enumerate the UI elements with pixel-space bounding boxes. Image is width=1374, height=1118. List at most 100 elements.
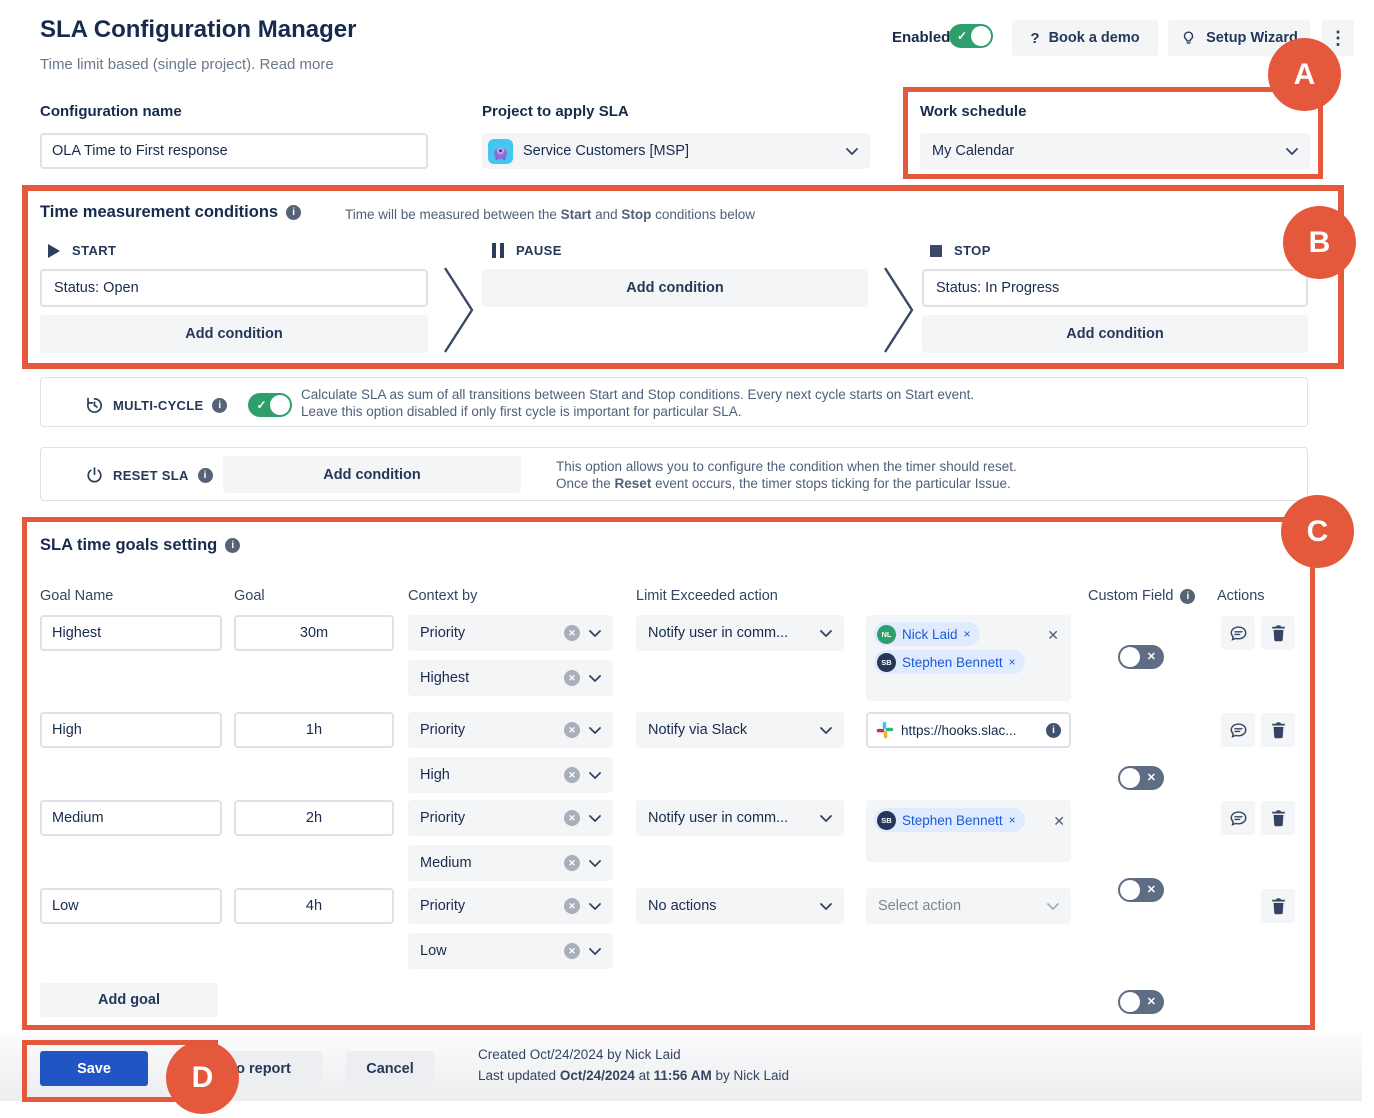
reset-sla-label: RESET SLA xyxy=(113,468,189,483)
remove-user-icon[interactable]: × xyxy=(1009,813,1016,827)
desc-bold-reset: Reset xyxy=(615,476,652,491)
chevron-down-icon xyxy=(820,903,832,910)
limit-action-select[interactable]: Notify user in comm... xyxy=(636,615,844,651)
select-action-select[interactable]: Select action xyxy=(866,888,1071,924)
context-field-select[interactable]: Priority ✕ xyxy=(408,800,613,836)
configuration-name-input[interactable] xyxy=(40,133,428,169)
limit-action-select[interactable]: Notify user in comm... xyxy=(636,800,844,836)
save-button[interactable]: Save xyxy=(40,1051,148,1086)
desc-line: Once the Reset event occurs, the timer s… xyxy=(556,475,1017,492)
pause-add-condition-button[interactable]: Add condition xyxy=(482,269,868,307)
work-schedule-label: Work schedule xyxy=(920,103,1026,120)
goal-value-input[interactable] xyxy=(234,615,394,651)
start-label: START xyxy=(72,243,116,258)
custom-field-toggle[interactable]: ✕ xyxy=(1118,990,1164,1014)
context-value-select[interactable]: Highest ✕ xyxy=(408,660,613,696)
goal-value-input[interactable] xyxy=(234,800,394,836)
limit-action-select[interactable]: No actions xyxy=(636,888,844,924)
remove-user-icon[interactable]: × xyxy=(964,627,971,641)
info-icon[interactable]: i xyxy=(1180,589,1195,604)
stop-add-condition-button[interactable]: Add condition xyxy=(922,315,1308,353)
slack-webhook-input[interactable]: https://hooks.slac... i xyxy=(866,712,1071,748)
goals-section-title: SLA time goals setting i xyxy=(40,536,240,555)
user-pill[interactable]: NL Nick Laid × xyxy=(874,622,980,646)
read-more-link[interactable]: Read more xyxy=(260,56,334,73)
info-icon[interactable]: i xyxy=(212,398,227,413)
context-value-select[interactable]: High ✕ xyxy=(408,757,613,793)
header-goal-name: Goal Name xyxy=(40,588,113,604)
trash-icon xyxy=(1270,809,1287,827)
work-schedule-select[interactable]: My Calendar xyxy=(920,133,1310,169)
flow-chevron-icon xyxy=(442,264,476,356)
clear-icon[interactable]: ✕ xyxy=(564,810,580,826)
custom-field-toggle[interactable]: ✕ xyxy=(1118,645,1164,669)
comment-button[interactable] xyxy=(1221,616,1255,650)
user-pill[interactable]: SB Stephen Bennett × xyxy=(874,650,1025,674)
enabled-toggle[interactable]: ✓ xyxy=(949,24,993,48)
clear-icon[interactable]: ✕ xyxy=(564,722,580,738)
clear-all-icon[interactable]: ✕ xyxy=(1053,813,1065,830)
chevron-down-icon xyxy=(1047,903,1059,910)
clear-icon[interactable]: ✕ xyxy=(564,855,580,871)
info-icon[interactable]: i xyxy=(225,538,240,553)
page-subtitle: Time limit based (single project). Read … xyxy=(40,56,334,73)
comment-button[interactable] xyxy=(1221,713,1255,747)
start-condition-chip[interactable]: Status: Open xyxy=(40,269,428,307)
avatar: NL xyxy=(877,625,896,644)
desc-line: Calculate SLA as sum of all transitions … xyxy=(301,386,974,403)
stop-condition-chip[interactable]: Status: In Progress xyxy=(922,269,1308,307)
add-goal-button[interactable]: Add goal xyxy=(40,983,218,1017)
custom-field-toggle[interactable]: ✕ xyxy=(1118,878,1164,902)
goal-value-input[interactable] xyxy=(234,712,394,748)
goal-value-input[interactable] xyxy=(234,888,394,924)
avatar: SB xyxy=(877,811,896,830)
context-field-select[interactable]: Priority ✕ xyxy=(408,615,613,651)
delete-button[interactable] xyxy=(1261,713,1295,747)
setup-wizard-button[interactable]: Setup Wizard xyxy=(1168,20,1310,56)
context-value-select[interactable]: Low ✕ xyxy=(408,933,613,969)
notify-users-box[interactable]: NL Nick Laid × SB Stephen Bennett × ✕ xyxy=(866,615,1071,701)
notify-users-box[interactable]: SB Stephen Bennett × ✕ xyxy=(866,800,1071,862)
book-demo-button[interactable]: ? Book a demo xyxy=(1012,20,1158,56)
clear-icon[interactable]: ✕ xyxy=(564,625,580,641)
clear-icon[interactable]: ✕ xyxy=(564,943,580,959)
info-icon[interactable]: i xyxy=(286,205,301,220)
clear-all-icon[interactable]: ✕ xyxy=(1047,627,1059,644)
work-schedule-value: My Calendar xyxy=(932,143,1278,159)
comment-button[interactable] xyxy=(1221,801,1255,835)
delete-button[interactable] xyxy=(1261,889,1295,923)
goal-name-input[interactable] xyxy=(40,888,222,924)
stop-condition-value: Status: In Progress xyxy=(936,280,1059,296)
goal-name-input[interactable] xyxy=(40,712,222,748)
info-icon[interactable]: i xyxy=(198,468,213,483)
page-title: SLA Configuration Manager xyxy=(40,16,356,44)
user-pill[interactable]: SB Stephen Bennett × xyxy=(874,808,1025,832)
goal-name-input[interactable] xyxy=(40,615,222,651)
cancel-button[interactable]: Cancel xyxy=(346,1051,434,1086)
add-condition-label: Add condition xyxy=(185,326,282,342)
clear-icon[interactable]: ✕ xyxy=(564,767,580,783)
start-add-condition-button[interactable]: Add condition xyxy=(40,315,428,353)
custom-field-toggle[interactable]: ✕ xyxy=(1118,766,1164,790)
multi-cycle-toggle[interactable]: ✓ xyxy=(248,393,292,417)
kebab-menu-button[interactable]: ⋮ xyxy=(1322,20,1354,56)
header-actions: Actions xyxy=(1217,588,1265,604)
pause-label: PAUSE xyxy=(516,243,562,258)
go-to-report-button[interactable]: Go to report xyxy=(176,1051,322,1086)
context-field-select[interactable]: Priority ✕ xyxy=(408,712,613,748)
add-condition-label: Add condition xyxy=(323,467,420,483)
comment-icon xyxy=(1229,721,1248,740)
reset-add-condition-button[interactable]: Add condition xyxy=(223,456,521,493)
project-select[interactable]: Service Customers [MSP] xyxy=(482,133,870,169)
info-icon[interactable]: i xyxy=(1046,723,1061,738)
clear-icon[interactable]: ✕ xyxy=(564,898,580,914)
goal-name-input[interactable] xyxy=(40,800,222,836)
context-value-select[interactable]: Medium ✕ xyxy=(408,845,613,881)
context-value-text: Medium xyxy=(420,855,556,871)
delete-button[interactable] xyxy=(1261,616,1295,650)
context-field-select[interactable]: Priority ✕ xyxy=(408,888,613,924)
limit-action-select[interactable]: Notify via Slack xyxy=(636,712,844,748)
clear-icon[interactable]: ✕ xyxy=(564,670,580,686)
delete-button[interactable] xyxy=(1261,801,1295,835)
remove-user-icon[interactable]: × xyxy=(1009,655,1016,669)
